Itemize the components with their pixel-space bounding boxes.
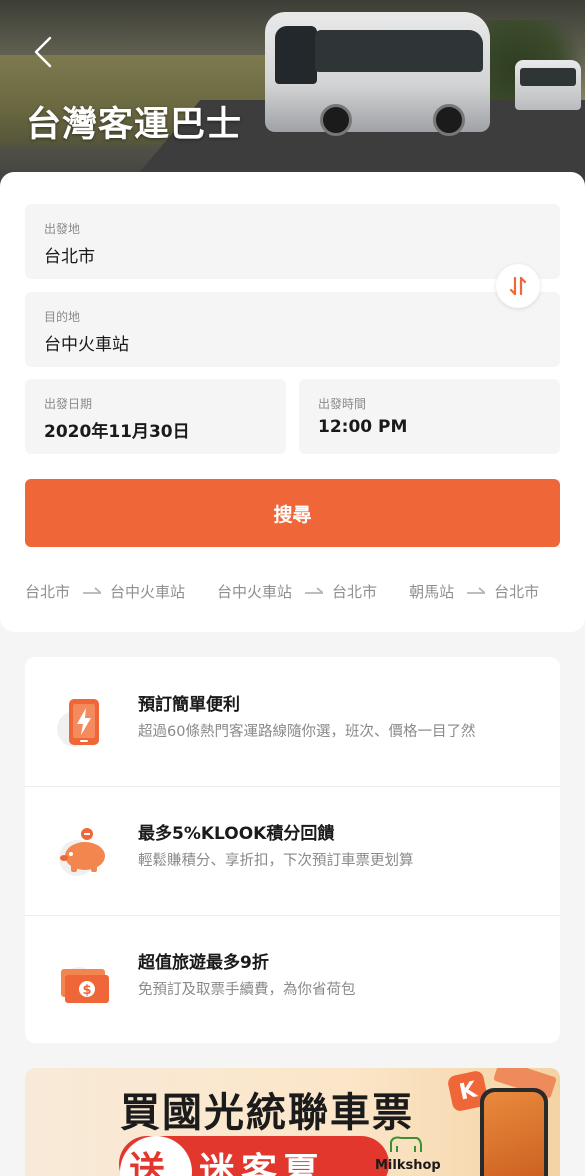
route-to: 台中火車站 [110,582,186,601]
page-title: 台灣客運巴士 [26,105,243,145]
bus-image [265,12,490,136]
benefit-title: 最多5%KLOOK積分回饋 [138,824,335,844]
promo-banner[interactable]: 買國光統聯車票 迷客夏 送 Milkshop K [25,1068,560,1176]
route-from: 朝馬站 [409,582,455,601]
destination-value: 台中火車站 [44,335,129,355]
recent-route-item[interactable]: 台北市 台中火車站 [25,581,185,602]
time-label: 出發時間 [318,397,367,411]
benefits-card: 預訂簡單便利 超過60條熱門客運路線隨你選，班次、價格一目了然 最多5%KLOO… [25,657,560,1043]
piggy-bank-icon [55,824,111,880]
milkshop-brand: Milkshop [375,1158,441,1173]
origin-value: 台北市 [44,247,95,267]
destination-field[interactable]: 目的地 台中火車站 [25,292,560,367]
recent-routes: 台北市 台中火車站 台中火車站 台北市 朝馬站 台北市 [25,579,571,603]
arrow-right-icon [305,587,324,595]
route-from: 台中火車站 [217,582,293,601]
benefit-description: 輕鬆賺積分、享折扣，下次預訂車票更划算 [138,853,414,869]
hero-banner: 台灣客運巴士 [0,0,585,200]
promo-give: 送 [129,1150,166,1176]
arrow-right-icon [83,587,102,595]
benefit-item: $ 超值旅遊最多9折 免預訂及取票手續費，為你省荷包 [25,915,560,1044]
date-label: 出發日期 [44,397,93,411]
swap-locations-button[interactable] [496,264,540,308]
route-to: 台北市 [494,582,540,601]
origin-field[interactable]: 出發地 台北市 [25,204,560,279]
destination-label: 目的地 [44,310,81,324]
arrow-right-icon [467,587,486,595]
bus-image-distant [515,60,581,110]
route-from: 台北市 [25,582,71,601]
swap-arrows-icon [509,276,527,296]
promo-title: 買國光統聯車票 [120,1090,414,1136]
date-value: 2020年11月30日 [44,422,190,442]
svg-text:$: $ [82,983,91,998]
money-icon: $ [55,953,111,1009]
time-value: 12:00 PM [318,417,408,437]
benefit-item: 最多5%KLOOK積分回饋 輕鬆賺積分、享折扣，下次預訂車票更划算 [25,786,560,916]
recent-route-item[interactable]: 台中火車站 台北市 [217,581,377,602]
back-button[interactable] [26,32,62,72]
departure-time-field[interactable]: 出發時間 12:00 PM [299,379,560,454]
chevron-left-icon [34,36,52,68]
origin-label: 出發地 [44,222,81,236]
benefit-title: 預訂簡單便利 [138,695,240,715]
benefit-item: 預訂簡單便利 超過60條熱門客運路線隨你選，班次、價格一目了然 [25,657,560,787]
route-to: 台北市 [332,582,378,601]
benefit-title: 超值旅遊最多9折 [138,953,269,973]
benefit-description: 免預訂及取票手續費，為你省荷包 [138,982,356,998]
phone-lightning-icon [55,695,111,751]
search-card: 出發地 台北市 目的地 台中火車站 出發日期 2020年11月30日 出發時間 … [0,172,585,632]
recent-route-item[interactable]: 朝馬站 台北市 [409,581,539,602]
benefit-description: 超過60條熱門客運路線隨你選，班次、價格一目了然 [138,724,476,740]
search-button[interactable]: 搜尋 [25,479,560,547]
departure-date-field[interactable]: 出發日期 2020年11月30日 [25,379,286,454]
promo-highlight: 迷客夏 [199,1151,326,1176]
phone-graphic [480,1088,548,1176]
cow-logo-icon [387,1132,425,1158]
